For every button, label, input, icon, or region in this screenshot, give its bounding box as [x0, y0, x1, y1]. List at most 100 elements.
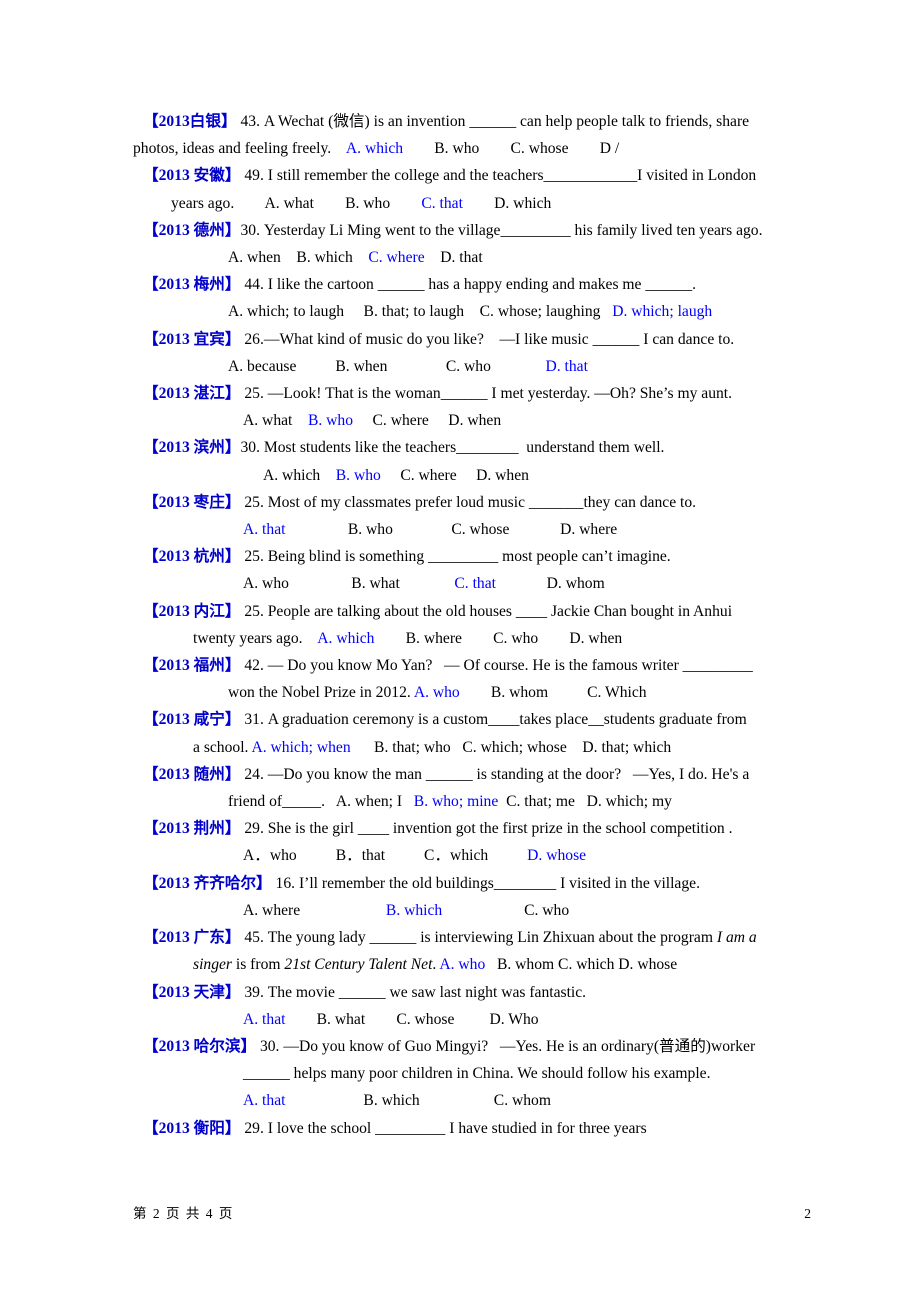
exam-source-tag: 【2013 衡阳】: [143, 1119, 241, 1137]
highlighted-answer: A. which: [317, 629, 375, 647]
question-text: 29. I love the school _________ I have s…: [240, 1119, 647, 1137]
highlighted-answer: C. where: [368, 249, 425, 267]
question-text: 25. —Look! That is the woman______ I met…: [240, 385, 733, 403]
question-line-continuation: A. who B. what C. that D. whom: [133, 570, 793, 597]
question-text: B. who C. whose D /: [403, 140, 620, 158]
highlighted-answer: A. who: [413, 684, 460, 702]
question-text: B. whom C. Which: [459, 684, 647, 702]
question-text: 42. — Do you know Mo Yan? — Of course. H…: [240, 657, 753, 675]
footer-page-number: 2: [804, 1206, 811, 1221]
question-text: B. who C. whose D. where: [285, 521, 618, 539]
question-text: 44. I like the cartoon ______ has a happ…: [240, 276, 697, 294]
question-text: 25. Most of my classmates prefer loud mu…: [240, 493, 697, 511]
exam-source-tag: 【2013 齐齐哈尔】: [143, 874, 272, 892]
question-line-lead: 【2013白银】 43. A Wechat (微信) is an inventi…: [133, 108, 793, 135]
question-text: C. where D. when: [380, 466, 529, 484]
question-line-continuation: singer is from 21st Century Talent Net. …: [133, 951, 793, 978]
question-text: C. who: [442, 901, 570, 919]
question-text: A. where: [243, 901, 386, 919]
highlighted-answer: A. which; when: [251, 738, 351, 756]
exam-source-tag: 【2013 福州】: [143, 657, 241, 675]
highlighted-answer: D. which; laugh: [612, 303, 713, 321]
question-text: 25. Being blind is something _________ m…: [240, 548, 671, 566]
question-list: 【2013白银】 43. A Wechat (微信) is an inventi…: [133, 108, 793, 1142]
question-line-continuation: A. because B. when C. who D. that: [133, 353, 793, 380]
question-line-lead: 【2013 咸宁】 31. A graduation ceremony is a…: [133, 706, 793, 733]
highlighted-answer: C. that: [454, 575, 496, 593]
question-line-lead: 【2013 衡阳】 29. I love the school ________…: [133, 1115, 793, 1142]
question-text: B. that; who C. which; whose D. that; wh…: [350, 738, 672, 756]
question-line-continuation: twenty years ago. A. which B. where C. w…: [133, 625, 793, 652]
question-text: 29. She is the girl ____ invention got t…: [240, 820, 733, 838]
question-line-lead: 【2013 德州】30. Yesterday Li Ming went to t…: [133, 217, 793, 244]
question-text: won the Nobel Prize in 2012.: [228, 684, 414, 702]
question-text: B. where C. who D. when: [374, 629, 623, 647]
highlighted-answer: D. that: [545, 357, 588, 375]
question-line-continuation: won the Nobel Prize in 2012. A. who B. w…: [133, 679, 793, 706]
question-line-continuation: A. which B. who C. where D. when: [133, 462, 793, 489]
question-text: A. when B. which: [228, 249, 369, 267]
highlighted-answer: B. who; mine: [413, 793, 499, 811]
question-line-lead: 【2013 湛江】 25. —Look! That is the woman__…: [133, 380, 793, 407]
question-text: A. what: [243, 412, 308, 430]
question-line-continuation: years ago. A. what B. who C. that D. whi…: [133, 190, 793, 217]
highlighted-answer: A. who: [439, 956, 486, 974]
italic-title-text: singer: [193, 956, 232, 974]
question-line-lead: 【2013 天津】 39. The movie ______ we saw la…: [133, 979, 793, 1006]
question-text: B. which C. whom: [285, 1092, 551, 1110]
question-line-continuation: A．who B．that C．which D. whose: [133, 842, 793, 869]
highlighted-answer: A. that: [243, 521, 286, 539]
exam-source-tag: 【2013白银】: [143, 113, 237, 130]
question-text: 45. The young lady ______ is interviewin…: [240, 929, 717, 947]
question-text: 49. I still remember the college and the…: [240, 167, 757, 185]
question-text: D. which: [462, 194, 552, 212]
question-line-continuation: photos, ideas and feeling freely. A. whi…: [133, 135, 793, 162]
question-text: A. because B. when C. who: [228, 357, 546, 375]
question-text: 43. A Wechat (微信) is an invention ______…: [236, 113, 750, 130]
exam-source-tag: 【2013 梅州】: [143, 276, 241, 294]
highlighted-answer: A. that: [243, 1010, 286, 1028]
question-text: friend of_____. A. when; I: [228, 793, 414, 811]
question-text: B. whom C. which D. whose: [485, 956, 678, 974]
question-text: 26.—What kind of music do you like? —I l…: [240, 330, 735, 348]
question-text: C. that; me D. which; my: [498, 793, 672, 811]
question-text: 16. I’ll remember the old buildings_____…: [271, 874, 700, 892]
question-text: A. which; to laugh B. that; to laugh C. …: [228, 303, 613, 321]
question-line-lead: 【2013 广东】 45. The young lady ______ is i…: [133, 924, 793, 951]
question-text: 24. —Do you know the man ______ is stand…: [240, 765, 750, 783]
question-text: B. what C. whose D. Who: [285, 1010, 539, 1028]
question-line-continuation: A. that B. which C. whom: [133, 1087, 793, 1114]
question-line-continuation: A. when B. which C. where D. that: [133, 244, 793, 271]
question-line-lead: 【2013 梅州】 44. I like the cartoon ______ …: [133, 271, 793, 298]
question-line-continuation: ______ helps many poor children in China…: [133, 1060, 793, 1087]
question-line-continuation: friend of_____. A. when; I B. who; mine …: [133, 788, 793, 815]
question-text: 31. A graduation ceremony is a custom___…: [240, 711, 747, 729]
exam-source-tag: 【2013 哈尔滨】: [143, 1037, 257, 1055]
question-text: 30. —Do you know of Guo Mingyi? —Yes. He…: [256, 1037, 756, 1055]
question-text: ______ helps many poor children in China…: [243, 1065, 711, 1083]
highlighted-answer: B. which: [385, 901, 443, 919]
question-text: 30. Most students like the teachers_____…: [240, 439, 665, 457]
exam-source-tag: 【2013 天津】: [143, 983, 241, 1001]
question-line-lead: 【2013 杭州】 25. Being blind is something _…: [133, 543, 793, 570]
highlighted-answer: D. whose: [527, 847, 587, 865]
exam-source-tag: 【2013 枣庄】: [143, 493, 241, 511]
question-text: D. that: [424, 249, 483, 267]
exam-source-tag: 【2013 荆州】: [143, 820, 241, 838]
question-text: twenty years ago.: [193, 629, 318, 647]
exam-source-tag: 【2013 广东】: [143, 929, 241, 947]
question-line-lead: 【2013 宜宾】 26.—What kind of music do you …: [133, 326, 793, 353]
question-text: A. who B. what: [243, 575, 455, 593]
question-text: A．who B．that C．which: [243, 847, 528, 865]
question-line-lead: 【2013 哈尔滨】 30. —Do you know of Guo Mingy…: [133, 1033, 793, 1060]
exam-source-tag: 【2013 宜宾】: [143, 330, 241, 348]
question-line-lead: 【2013 内江】 25. People are talking about t…: [133, 598, 793, 625]
exam-source-tag: 【2013 杭州】: [143, 548, 241, 566]
question-text: photos, ideas and feeling freely.: [133, 140, 346, 158]
highlighted-answer: C. that: [421, 194, 463, 212]
exam-source-tag: 【2013 安徽】: [143, 167, 241, 185]
italic-title-text: 21st Century Talent Net: [284, 956, 433, 974]
question-text: 25. People are talking about the old hou…: [240, 602, 733, 620]
question-line-lead: 【2013 齐齐哈尔】 16. I’ll remember the old bu…: [133, 870, 793, 897]
question-line-lead: 【2013 福州】 42. — Do you know Mo Yan? — Of…: [133, 652, 793, 679]
